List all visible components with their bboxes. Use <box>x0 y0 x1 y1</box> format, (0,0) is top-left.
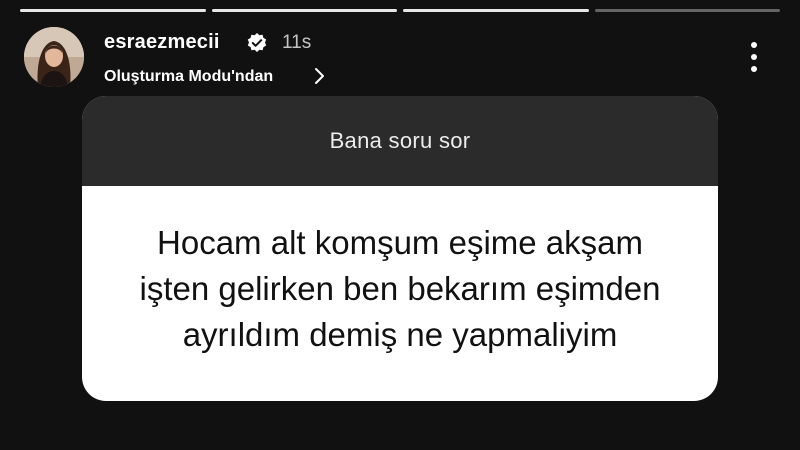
progress-segment-current <box>594 9 780 12</box>
story-progress-bar <box>20 9 780 12</box>
question-text: Hocam alt komşum eşime akşam işten gelir… <box>139 223 661 353</box>
progress-segment <box>211 9 397 12</box>
question-prompt: Bana soru sor <box>82 96 718 186</box>
profile-photo-icon <box>24 27 84 87</box>
username[interactable]: esraezmecii <box>104 31 220 54</box>
verified-badge-icon <box>247 33 267 52</box>
avatar[interactable] <box>24 27 84 87</box>
question-answer-area: Hocam alt komşum eşime akşam işten gelir… <box>82 186 718 401</box>
story-viewer[interactable]: esraezmecii 11s Oluşturma Modu'ndan Bana… <box>0 0 800 450</box>
progress-segment <box>403 9 589 12</box>
chevron-right-icon[interactable] <box>312 66 326 86</box>
source-label[interactable]: Oluşturma Modu'ndan <box>104 68 273 86</box>
question-sticker: Bana soru sor Hocam alt komşum eşime akş… <box>82 96 718 401</box>
post-time: 11s <box>282 32 312 53</box>
progress-segment <box>20 9 206 12</box>
more-vertical-icon[interactable] <box>747 40 761 74</box>
